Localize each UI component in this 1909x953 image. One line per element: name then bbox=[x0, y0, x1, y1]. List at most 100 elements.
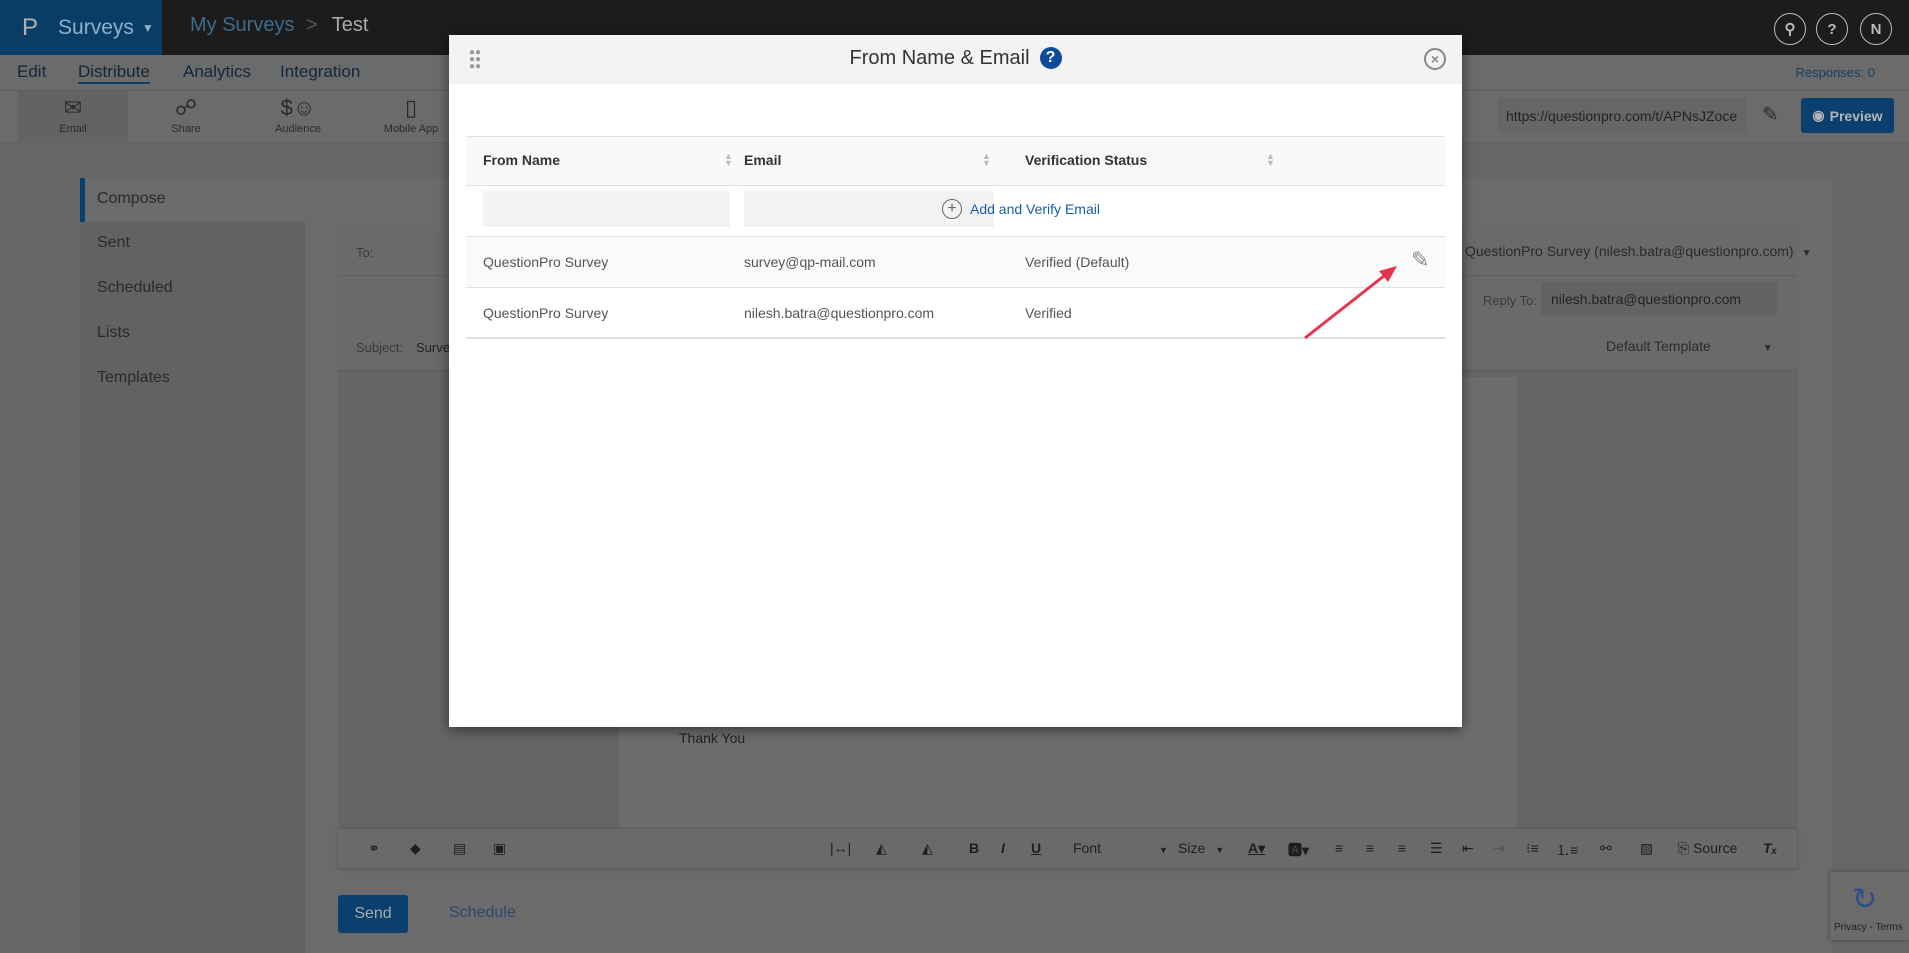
tool-label: Audience bbox=[275, 123, 321, 135]
annotation-arrow bbox=[1289, 255, 1409, 355]
sidebar-item-templates[interactable]: Templates bbox=[80, 357, 305, 401]
underline-button[interactable]: U bbox=[1031, 840, 1041, 856]
source-button[interactable]: ⎘ Source bbox=[1678, 840, 1737, 857]
row-email: nilesh.batra@questionpro.com bbox=[744, 305, 934, 321]
bold-button[interactable]: B bbox=[969, 840, 979, 856]
breadcrumb-my-surveys[interactable]: My Surveys bbox=[190, 14, 294, 36]
justify-icon[interactable]: ☰ bbox=[1430, 840, 1443, 857]
sidebar-item-compose[interactable]: Compose bbox=[80, 178, 305, 222]
recaptcha-icon: ↻ bbox=[1852, 882, 1877, 917]
text-color-icon[interactable]: A▾ bbox=[1248, 840, 1265, 857]
row-status: Verified (Default) bbox=[1025, 254, 1129, 270]
sidebar-item-sent[interactable]: Sent bbox=[80, 222, 305, 266]
align-left-icon[interactable]: ≡ bbox=[1335, 840, 1343, 856]
eye-icon: ◉ bbox=[1812, 107, 1824, 124]
help-icon[interactable]: ? bbox=[1040, 47, 1062, 69]
embed-icon[interactable]: ▣ bbox=[493, 840, 506, 857]
bg-color-icon[interactable]: 🅰▾ bbox=[1288, 840, 1309, 860]
product-name: Surveys bbox=[58, 16, 134, 40]
tool-label: Share bbox=[171, 123, 200, 135]
caret-down-icon: ▼ bbox=[1763, 343, 1773, 354]
sort-icon[interactable]: ▲▼ bbox=[982, 153, 991, 167]
tool-audience[interactable]: $☺Audience bbox=[243, 91, 353, 143]
source-label: Source bbox=[1693, 840, 1737, 856]
search-icon[interactable]: ⚲ bbox=[1774, 13, 1806, 45]
bullet-list-icon[interactable]: ⁝≡ bbox=[1526, 840, 1539, 857]
captcha-links[interactable]: Privacy - Terms bbox=[1834, 922, 1903, 933]
schedule-link[interactable]: Schedule bbox=[449, 904, 516, 922]
survey-url-field[interactable]: https://questionpro.com/t/APNsJZoce bbox=[1498, 98, 1746, 133]
send-button[interactable]: Send bbox=[338, 895, 408, 933]
reply-to-label: Reply To: bbox=[1483, 293, 1537, 308]
close-icon[interactable]: × bbox=[1424, 48, 1446, 70]
from-name-email-modal: ●●●●●● From Name & Email? × From Name ▲▼… bbox=[449, 35, 1462, 727]
preview-button[interactable]: ◉Preview bbox=[1801, 98, 1894, 133]
menu-distribute[interactable]: Distribute bbox=[78, 62, 150, 84]
image-icon[interactable]: ▨ bbox=[1640, 840, 1653, 857]
from-value: QuestionPro Survey (nilesh.batra@questio… bbox=[1465, 243, 1794, 259]
add-verify-email-button[interactable]: + Add and Verify Email bbox=[942, 199, 1100, 219]
arrow-shaft bbox=[1305, 272, 1389, 338]
tool-share[interactable]: ☍Share bbox=[131, 91, 241, 143]
align-right-icon[interactable]: ≡ bbox=[1398, 840, 1406, 856]
reply-to-input[interactable]: nilesh.batra@questionpro.com bbox=[1541, 282, 1777, 316]
sidebar-item-scheduled[interactable]: Scheduled bbox=[80, 267, 305, 311]
add-verify-label: Add and Verify Email bbox=[970, 201, 1100, 217]
responses-count[interactable]: Responses: 0 bbox=[1796, 65, 1876, 80]
font-select[interactable]: Font▼ bbox=[1073, 840, 1168, 856]
edit-pencil-icon[interactable]: ✎ bbox=[1411, 247, 1429, 273]
caret-down-icon: ▼ bbox=[1802, 248, 1812, 259]
from-select[interactable]: QuestionPro Survey (nilesh.batra@questio… bbox=[1465, 243, 1812, 259]
breadcrumb-separator: > bbox=[306, 14, 318, 36]
sort-icon[interactable]: ▲▼ bbox=[1266, 153, 1275, 167]
modal-header: ●●●●●● From Name & Email? × bbox=[449, 35, 1462, 84]
breadcrumb: My Surveys > Test bbox=[190, 14, 368, 37]
width-icon[interactable]: |↔| bbox=[830, 840, 851, 856]
column-from-name[interactable]: From Name bbox=[483, 152, 560, 168]
fill-color-icon[interactable]: ◭ bbox=[876, 840, 887, 857]
italic-button[interactable]: I bbox=[1001, 840, 1005, 856]
clear-format-icon[interactable]: Tₓ bbox=[1763, 840, 1777, 856]
table-header: From Name ▲▼ Email ▲▼ Verification Statu… bbox=[466, 136, 1445, 186]
font-label: Font bbox=[1073, 840, 1101, 856]
menu-edit[interactable]: Edit bbox=[17, 62, 46, 82]
template-value: Default Template bbox=[1606, 338, 1711, 354]
numbered-list-icon[interactable]: ⒈≡ bbox=[1556, 840, 1578, 860]
bg-fill-icon[interactable]: ◭ bbox=[922, 840, 933, 857]
product-switcher[interactable]: P Surveys ▼ bbox=[0, 0, 162, 55]
from-name-input[interactable] bbox=[483, 191, 730, 227]
link-icon[interactable]: ⚭ bbox=[368, 840, 380, 857]
subject-input[interactable]: Surve bbox=[416, 340, 450, 355]
caret-down-icon: ▼ bbox=[142, 21, 154, 35]
edit-url-pencil-icon[interactable]: ✎ bbox=[1762, 102, 1779, 127]
user-avatar[interactable]: N bbox=[1860, 13, 1892, 45]
tag-icon[interactable]: ◆ bbox=[410, 840, 421, 857]
sort-icon[interactable]: ▲▼ bbox=[724, 153, 733, 167]
sidebar-item-lists[interactable]: Lists bbox=[80, 312, 305, 356]
menu-analytics[interactable]: Analytics bbox=[183, 62, 251, 82]
hyperlink-icon[interactable]: ⚯ bbox=[1600, 840, 1612, 857]
size-select[interactable]: Size▼ bbox=[1178, 840, 1224, 856]
template-select[interactable]: Default Template ▼ bbox=[1606, 338, 1773, 354]
plus-circle-icon: + bbox=[942, 199, 962, 219]
align-center-icon[interactable]: ≡ bbox=[1366, 840, 1374, 856]
audience-icon: $☺ bbox=[243, 95, 353, 123]
indent-icon[interactable]: ⇥ bbox=[1493, 840, 1505, 857]
tool-email[interactable]: ✉Email bbox=[18, 91, 128, 143]
outdent-icon[interactable]: ⇤ bbox=[1462, 840, 1474, 857]
breadcrumb-current: Test bbox=[332, 14, 369, 36]
size-label: Size bbox=[1178, 840, 1205, 856]
keyboard-icon[interactable]: ▤ bbox=[453, 840, 466, 857]
column-email[interactable]: Email bbox=[744, 152, 781, 168]
editor-toolbar: ⚭ ◆ ▤ ▣ |↔| ◭ ◭ B I U Font▼ Size▼ A▾ 🅰▾ … bbox=[338, 828, 1797, 868]
tool-label: Email bbox=[59, 123, 87, 135]
column-verification-status[interactable]: Verification Status bbox=[1025, 152, 1147, 168]
menu-integration[interactable]: Integration bbox=[280, 62, 360, 82]
body-text: Thank You bbox=[679, 730, 745, 746]
recaptcha-badge[interactable]: ↻ Privacy - Terms bbox=[1830, 872, 1909, 940]
share-icon: ☍ bbox=[131, 95, 241, 123]
add-row: + Add and Verify Email bbox=[466, 186, 1445, 237]
row-status: Verified bbox=[1025, 305, 1072, 321]
help-button[interactable]: ? bbox=[1816, 13, 1848, 45]
logo-icon: P bbox=[22, 14, 38, 42]
